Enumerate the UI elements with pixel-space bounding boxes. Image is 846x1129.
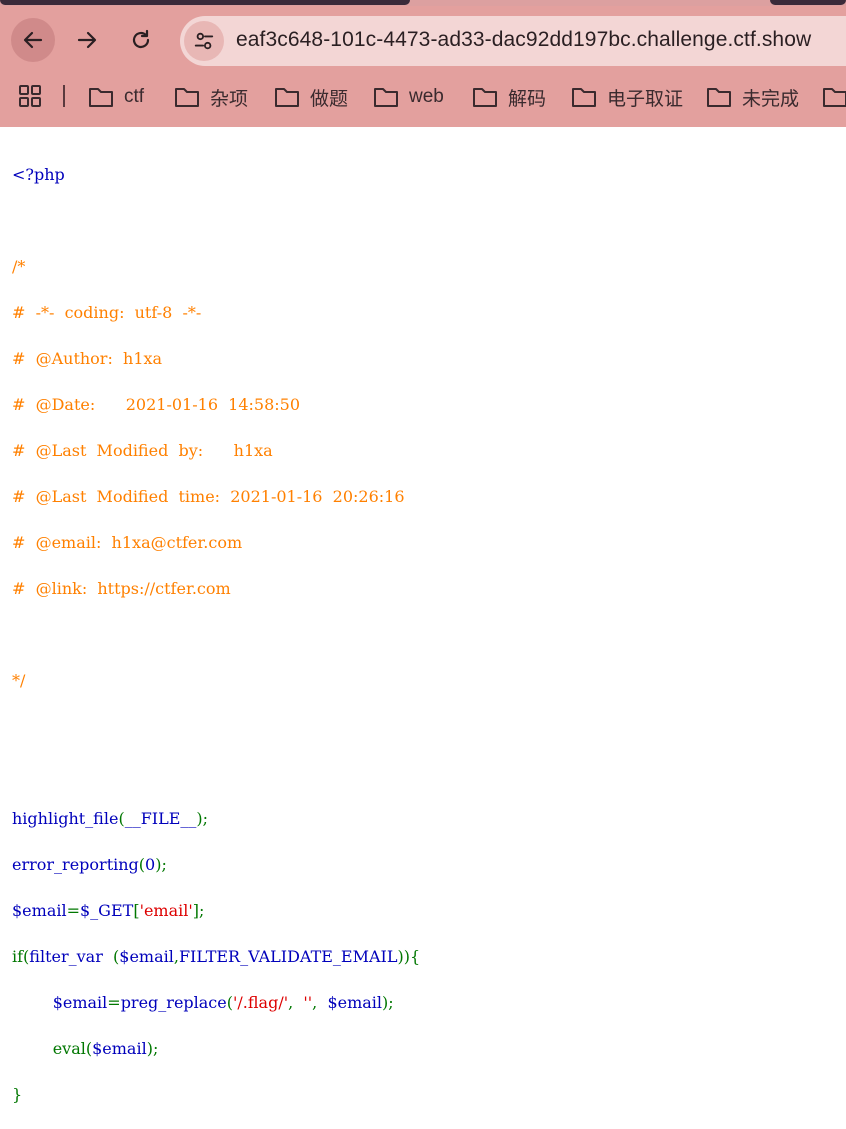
url-text[interactable]: eaf3c648-101c-4473-ad33-dac92dd197bc.cha… [236,28,811,52]
bookmark-folder-misc[interactable]: 杂项 [174,84,248,110]
folder-icon [89,88,113,107]
comment-line: /* [12,257,26,276]
bookmark-folder-unfinished[interactable]: 未完成 [706,84,799,110]
comment-line: # @Last Modified time: 2021-01-16 20:26:… [12,487,405,506]
php-source-code: <?php /* # -*- coding: utf-8 -*- # @Auth… [12,140,420,1129]
tab-edge[interactable] [770,0,846,5]
folder-icon [473,88,497,107]
back-button[interactable] [11,18,55,62]
site-info-button[interactable] [184,21,224,61]
comment-line: */ [12,671,26,690]
folder-icon [823,88,846,107]
comment-line: # -*- coding: utf-8 -*- [12,303,202,322]
code-line: highlight_file(__FILE__); [12,809,209,828]
folder-icon [275,88,299,107]
bookmarks-separator [63,85,65,107]
bookmark-folder-ctf[interactable]: ctf [88,84,144,110]
apps-grid-icon[interactable] [18,84,42,108]
code-line: error_reporting(0); [12,855,167,874]
comment-line: # @Date: 2021-01-16 14:58:50 [12,395,301,414]
bookmark-label: 杂项 [210,88,249,110]
comment-line: # @Author: h1xa [12,349,163,368]
comment-line: # @email: h1xa@ctfer.com [12,533,243,552]
code-line: $email=$_GET['email']; [12,901,205,920]
folder-icon [572,88,596,107]
arrow-right-icon [77,31,97,49]
arrow-left-icon [23,31,43,49]
folder-icon [374,88,398,107]
code-line: eval($email); [52,1039,159,1058]
reload-button[interactable] [119,18,163,62]
tune-icon [194,32,214,50]
code-line: if(filter_var ($email,FILTER_VALIDATE_EM… [12,947,421,966]
bookmark-label: 电子取证 [607,88,684,110]
bookmark-folder-decode[interactable]: 解码 [472,84,546,110]
bookmark-folder-problems[interactable]: 做题 [274,84,348,110]
comment-line: # @Last Modified by: h1xa [12,441,273,460]
bookmark-label: web [409,86,444,107]
code-line: } [12,1085,23,1104]
bookmark-folder-forensics[interactable]: 电子取证 [571,84,683,110]
comment-line: # @link: https://ctfer.com [12,579,231,598]
bookmark-folder-more[interactable] [822,84,846,110]
active-tab-edge[interactable] [0,0,410,5]
forward-button[interactable] [65,18,109,62]
bookmark-label: 未完成 [742,88,800,110]
comment-line [12,623,420,646]
bookmark-label: ctf [124,86,145,107]
code-line: $email=preg_replace('/.flag/', '', $emai… [52,993,394,1012]
php-open-tag: <?php [12,165,65,184]
folder-icon [175,88,199,107]
folder-icon [707,88,731,107]
reload-icon [132,29,150,49]
bookmark-folder-web[interactable]: web [373,84,444,110]
bookmark-label: 解码 [508,88,547,110]
bookmark-label: 做题 [310,88,349,110]
